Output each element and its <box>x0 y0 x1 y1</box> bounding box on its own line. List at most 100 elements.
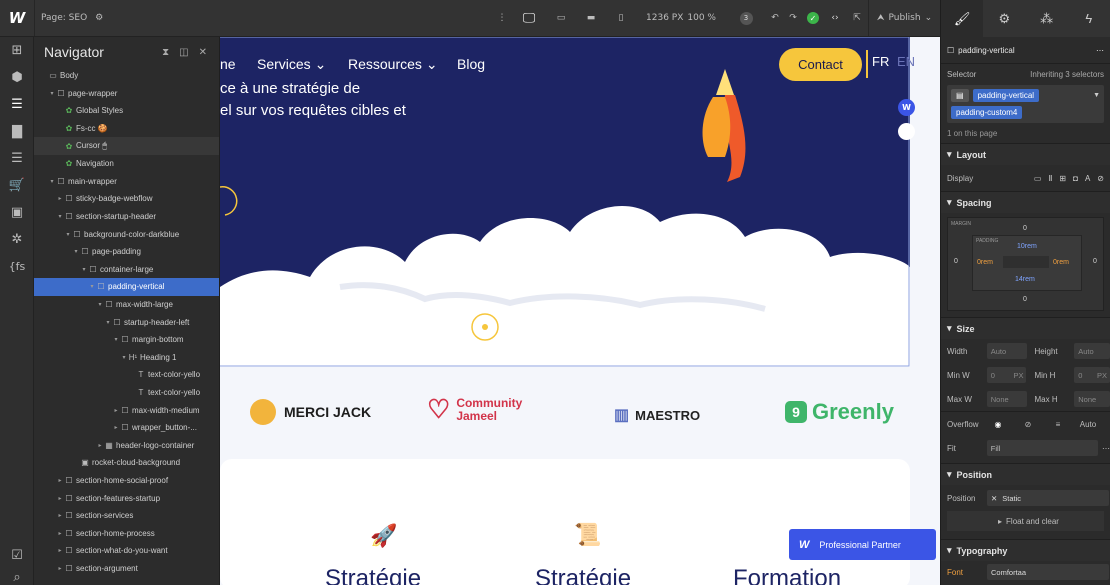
caret-icon[interactable]: ▾ <box>48 178 56 185</box>
overflow-visible-icon[interactable]: ◉ <box>983 420 1013 429</box>
tree-row[interactable]: ✿ Fs-cc 🍪 <box>34 120 219 138</box>
caret-icon[interactable]: ▾ <box>112 336 120 343</box>
cms-icon[interactable]: ☰ <box>0 145 34 172</box>
typography-section[interactable]: ▾ Typography <box>941 539 1110 561</box>
tree-row[interactable]: ▾ ☐ padding-vertical <box>34 278 219 296</box>
tree-row[interactable]: ▸ ☐ max-width-medium <box>34 401 219 419</box>
social-icon[interactable] <box>898 123 915 140</box>
settings-icon[interactable]: ✲ <box>0 226 34 253</box>
export-icon[interactable]: ⇱ <box>846 0 868 36</box>
caret-icon[interactable]: ▸ <box>56 530 64 537</box>
display-inline-block-icon[interactable]: ◘ <box>1073 174 1078 183</box>
margin-right[interactable]: 0 <box>1093 258 1097 265</box>
close-icon[interactable]: ✕ <box>199 47 207 58</box>
professional-partner-badge[interactable]: W Professional Partner <box>789 529 936 560</box>
tree-row[interactable]: ▾ ☐ margin-bottom <box>34 331 219 349</box>
margin-left[interactable]: 0 <box>954 258 958 265</box>
tree-row[interactable]: ▾ H¹ Heading 1 <box>34 349 219 367</box>
tree-row[interactable]: ▾ ☐ startup-header-left <box>34 313 219 331</box>
tree-row[interactable]: ✿ Navigation <box>34 155 219 173</box>
caret-icon[interactable]: ▾ <box>96 301 104 308</box>
notification-badge[interactable]: 3 <box>726 0 766 36</box>
dropdown-icon[interactable]: ▼ <box>1093 92 1100 99</box>
mobile-portrait-icon[interactable]: ▯ <box>606 0 636 36</box>
max-width-input[interactable]: None <box>986 391 1027 407</box>
navigator-icon[interactable]: ☰ <box>0 91 34 118</box>
lightning-icon[interactable]: ϟ <box>1068 0 1110 37</box>
caret-icon[interactable]: ▾ <box>48 90 56 97</box>
caret-icon[interactable]: ▸ <box>96 442 104 449</box>
padding-top[interactable]: 10rem <box>1017 243 1037 250</box>
tree-row[interactable]: ▸ ☐ section-features-startup <box>34 489 219 507</box>
overflow-hidden-icon[interactable]: ⊘ <box>1013 420 1043 429</box>
caret-icon[interactable]: ▸ <box>56 195 64 202</box>
caret-icon[interactable]: ▾ <box>88 283 96 290</box>
tree-row[interactable]: ▸ ☐ sticky-badge-webflow <box>34 190 219 208</box>
tree-row[interactable]: Ttext-color-yello <box>34 384 219 402</box>
check-status-icon[interactable]: ✓ <box>802 0 824 36</box>
caret-icon[interactable]: ▾ <box>72 248 80 255</box>
tablet-breakpoint-icon[interactable]: ▭ <box>546 0 576 36</box>
tree-row[interactable]: ▸ ☐ wrapper_button-... <box>34 419 219 437</box>
nav-blog[interactable]: Blog <box>457 56 485 72</box>
padding-right[interactable]: 0rem <box>1053 259 1069 266</box>
page-selector[interactable]: Page: SEO ⚙ <box>34 0 109 36</box>
pages-icon[interactable]: ▇ <box>0 118 34 145</box>
display-grid-icon[interactable]: ⊞ <box>1059 174 1066 183</box>
caret-icon[interactable]: ▸ <box>56 547 64 554</box>
interactions-icon[interactable]: ⁂ <box>1026 0 1068 37</box>
font-select[interactable]: Comfortaa <box>987 564 1109 580</box>
tree-row[interactable]: Ttext-color-yello <box>34 366 219 384</box>
class-chip-padding-custom4[interactable]: padding-custom4 <box>951 106 1023 119</box>
style-brush-icon[interactable]: 🖌 <box>941 0 984 37</box>
tree-row[interactable]: ▾ ☐ page-wrapper <box>34 85 219 103</box>
finsweet-extension-icon[interactable]: {fs <box>0 253 34 280</box>
tree-row[interactable]: ▾ ☐ max-width-large <box>34 296 219 314</box>
min-height-input[interactable]: 0 PX <box>1074 367 1110 383</box>
margin-top[interactable]: 0 <box>1023 225 1027 232</box>
spacing-section[interactable]: ▾ Spacing <box>941 191 1110 213</box>
nav-resources[interactable]: Ressources ⌄ <box>348 56 438 73</box>
display-inline-icon[interactable]: A <box>1085 174 1090 183</box>
caret-icon[interactable]: ▾ <box>56 213 64 220</box>
symbols-icon[interactable]: ⬢ <box>0 64 34 91</box>
desktop-breakpoint-icon[interactable]: 🖵 <box>512 0 546 36</box>
settings-gear-icon[interactable]: ⚙ <box>95 13 103 23</box>
tree-row[interactable]: ▸ ☐ section-home-process <box>34 524 219 542</box>
settings-gear-icon[interactable]: ⚙ <box>983 0 1025 37</box>
caret-icon[interactable]: ▸ <box>56 477 64 484</box>
mobile-landscape-icon[interactable]: ▬ <box>576 0 606 36</box>
design-canvas[interactable]: ne Services ⌄ Ressources ⌄ Blog Contact … <box>220 37 940 585</box>
caret-icon[interactable]: ▾ <box>104 319 112 326</box>
more-icon[interactable]: ⋯ <box>1102 444 1110 453</box>
assets-icon[interactable]: ▣ <box>0 199 34 226</box>
tree-row[interactable]: ▸ ☐ section-argument <box>34 560 219 578</box>
caret-icon[interactable]: ▾ <box>120 354 128 361</box>
lang-fr[interactable]: FR <box>872 54 889 69</box>
webflow-badge-icon[interactable]: W <box>898 99 915 116</box>
contact-button[interactable]: Contact <box>779 48 862 81</box>
tree-row[interactable]: ▾ ☐ background-color-darkblue <box>34 225 219 243</box>
caret-icon[interactable]: ▸ <box>56 495 64 502</box>
class-chip-padding-vertical[interactable]: padding-vertical <box>972 89 1040 102</box>
undo-icon[interactable]: ↶ <box>766 0 784 36</box>
caret-icon[interactable]: ▾ <box>64 231 72 238</box>
size-section[interactable]: ▾ Size <box>941 317 1110 339</box>
overflow-scroll-icon[interactable]: ≡ <box>1043 420 1073 429</box>
min-width-input[interactable]: 0 PX <box>986 367 1027 383</box>
code-icon[interactable]: ‹› <box>824 0 846 36</box>
margin-bottom[interactable]: 0 <box>1023 296 1027 303</box>
fit-select[interactable]: Fill <box>986 440 1098 456</box>
lang-en[interactable]: EN <box>897 54 915 69</box>
webflow-logo-icon[interactable]: W <box>0 9 34 27</box>
padding-left[interactable]: 0rem <box>977 259 993 266</box>
search-icon[interactable]: ⌕ <box>0 564 34 585</box>
position-section[interactable]: ▾ Position <box>941 463 1110 485</box>
selector-field[interactable]: ▤ padding-vertical ▼ padding-custom4 <box>947 85 1104 123</box>
caret-icon[interactable]: ▸ <box>112 424 120 431</box>
publish-button[interactable]: ⮝ Publish ⌄ <box>868 0 940 36</box>
position-select[interactable]: ✕ Static <box>987 490 1109 506</box>
dock-icon[interactable]: ◫ <box>179 47 188 58</box>
display-none-icon[interactable]: ⊘ <box>1097 174 1104 183</box>
caret-icon[interactable]: ▾ <box>80 266 88 273</box>
